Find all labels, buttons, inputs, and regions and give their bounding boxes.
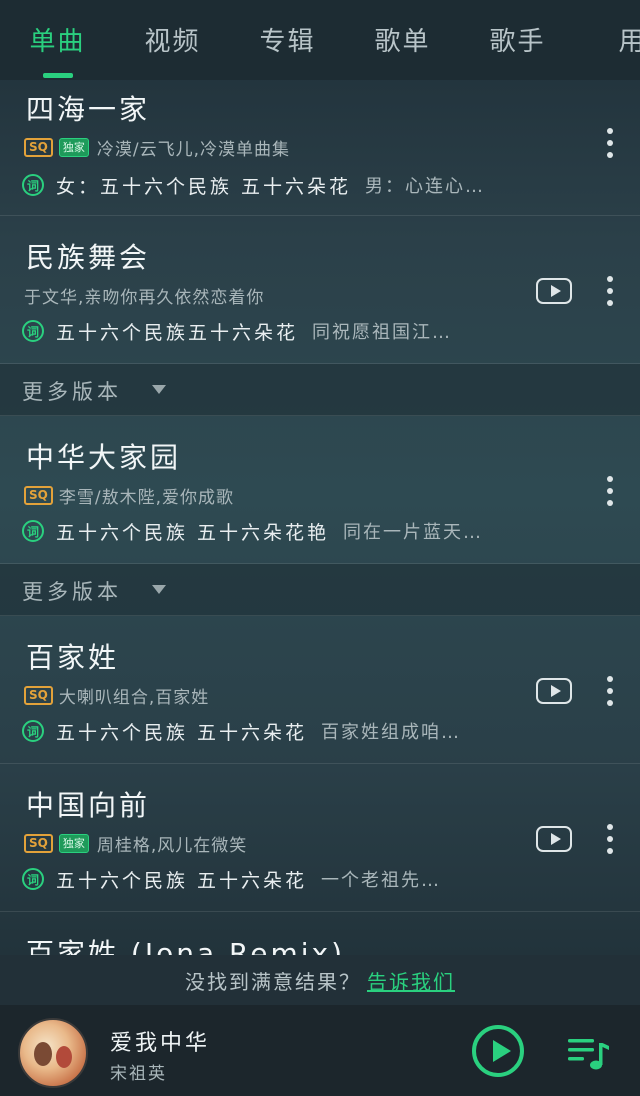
tab-artists[interactable]: 歌手 [460,0,575,80]
song-artist: 冷漠/云飞儿,冷漠单曲集 [96,139,290,160]
tab-albums[interactable]: 专辑 [230,0,345,80]
lyric-continuation: 同在一片蓝天… [343,522,484,543]
song-title: 民族舞会 [26,241,151,274]
lyric-snippet: 词 五十六个民族 五十六朵花艳 同在一片蓝天… [22,518,483,544]
exclusive-badge: 独家 [58,137,89,157]
now-playing-artist: 宋祖英 [110,1064,167,1084]
song-meta: 于文华,亲吻你再久依然恋着你 [24,284,265,308]
song-title: 中华大家园 [26,441,182,474]
more-versions-toggle[interactable]: 更多版本 [0,564,640,616]
more-options-icon[interactable] [606,128,614,158]
lyric-continuation: 同祝愿祖国江… [312,322,453,343]
lyric-continuation: 男：心连心… [365,176,486,197]
song-artist: 周桂格,风儿在微笑 [96,835,248,856]
lyric-continuation: 一个老祖先… [321,870,442,891]
lyric-match: 五十六个民族 五十六朵花 [56,869,308,892]
more-versions-toggle[interactable]: 更多版本 [0,364,640,416]
chevron-down-icon [152,385,166,394]
more-options-icon[interactable] [606,824,614,854]
lyric-match: 五十六个民族 五十六朵花艳 [56,521,330,544]
video-icon[interactable] [536,678,572,704]
song-item[interactable]: 中国向前 SQ 独家 周桂格,风儿在微笑 词 五十六个民族 五十六朵花 一个老祖… [0,764,640,912]
lyric-snippet: 词 五十六个民族 五十六朵花 一个老祖先… [22,866,441,892]
playlist-icon[interactable] [566,1035,610,1071]
sq-badge: SQ [24,485,53,505]
album-cover[interactable] [18,1018,88,1088]
song-item[interactable]: 民族舞会 于文华,亲吻你再久依然恋着你 词 五十六个民族五十六朵花 同祝愿祖国江… [0,216,640,364]
sq-badge: SQ [24,137,53,157]
song-artist: 于文华,亲吻你再久依然恋着你 [24,287,265,308]
lyric-icon: 词 [22,520,44,542]
video-icon[interactable] [536,278,572,304]
lyric-snippet: 词 五十六个民族 五十六朵花 百家姓组成咱… [22,718,461,744]
more-versions-label: 更多版本 [22,380,122,404]
sq-badge: SQ [24,685,53,705]
exclusive-badge: 独家 [58,833,89,853]
song-meta: SQ 李雪/敖木陛,爱你成歌 [24,484,234,508]
song-title: 百家姓 [26,641,120,674]
lyric-icon: 词 [22,320,44,342]
song-item[interactable]: 百家姓 SQ 大喇叭组合,百家姓 词 五十六个民族 五十六朵花 百家姓组成咱… [0,616,640,764]
song-artist: 大喇叭组合,百家姓 [58,687,210,708]
song-item[interactable]: 百家姓 (Jona Remix) [0,912,640,955]
mini-player[interactable]: 爱我中华 宋祖英 [0,1005,640,1096]
play-icon[interactable] [472,1025,524,1077]
more-options-icon[interactable] [606,476,614,506]
song-meta: SQ 大喇叭组合,百家姓 [24,684,210,708]
song-item[interactable]: 中华大家园 SQ 李雪/敖木陛,爱你成歌 词 五十六个民族 五十六朵花艳 同在一… [0,416,640,564]
tab-playlists[interactable]: 歌单 [345,0,460,80]
song-title: 百家姓 (Jona Remix) [26,937,345,955]
category-tabs: 单曲 视频 专辑 歌单 歌手 用 [0,0,640,80]
lyric-icon: 词 [22,720,44,742]
now-playing-title: 爱我中华 [110,1031,211,1056]
lyric-snippet: 词 五十六个民族五十六朵花 同祝愿祖国江… [22,318,452,344]
sq-badge: SQ [24,833,53,853]
song-artist: 李雪/敖木陛,爱你成歌 [58,487,234,508]
feedback-link[interactable]: 告诉我们 [367,966,455,995]
song-list: 四海一家 SQ 独家 冷漠/云飞儿,冷漠单曲集 词 女：五十六个民族 五十六朵花… [0,80,640,955]
feedback-bar: 没找到满意结果？ 告诉我们 [0,955,640,1005]
video-icon[interactable] [536,826,572,852]
lyric-match: 五十六个民族 五十六朵花 [56,721,308,744]
more-options-icon[interactable] [606,676,614,706]
song-title: 四海一家 [26,93,151,126]
lyric-icon: 词 [22,174,44,196]
song-title: 中国向前 [26,789,151,822]
lyric-icon: 词 [22,868,44,890]
song-meta: SQ 独家 冷漠/云飞儿,冷漠单曲集 [24,136,290,160]
lyric-snippet: 词 女：五十六个民族 五十六朵花 男：心连心… [22,172,485,198]
chevron-down-icon [152,585,166,594]
more-versions-label: 更多版本 [22,580,122,604]
tab-singles[interactable]: 单曲 [0,0,115,80]
feedback-question: 没找到满意结果？ [185,969,361,994]
lyric-continuation: 百家姓组成咱… [321,722,462,743]
tab-videos[interactable]: 视频 [115,0,230,80]
lyric-match: 女：五十六个民族 五十六朵花 [56,175,352,198]
tab-users[interactable]: 用 [575,0,640,80]
song-item[interactable]: 四海一家 SQ 独家 冷漠/云飞儿,冷漠单曲集 词 女：五十六个民族 五十六朵花… [0,80,640,216]
lyric-match: 五十六个民族五十六朵花 [56,321,299,344]
song-meta: SQ 独家 周桂格,风儿在微笑 [24,832,248,856]
more-options-icon[interactable] [606,276,614,306]
